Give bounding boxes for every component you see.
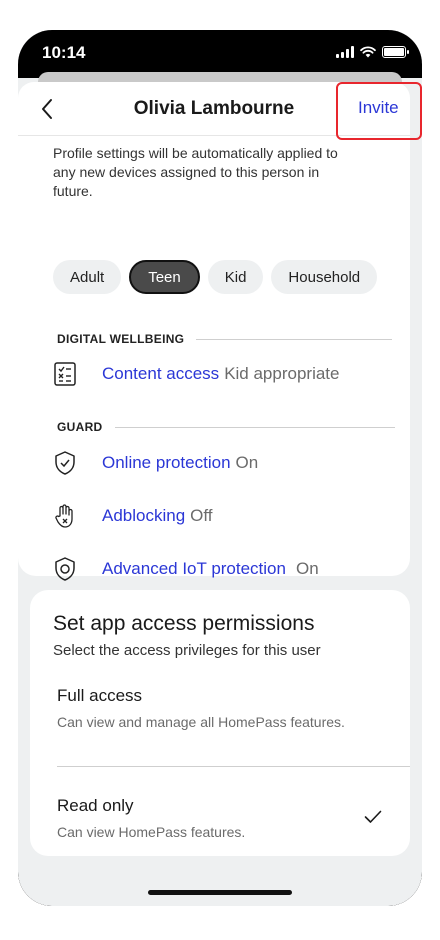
iot-shield-icon — [55, 557, 75, 581]
section-digital-wellbeing: DIGITAL WELLBEING — [57, 332, 393, 346]
section-guard: GUARD — [57, 420, 395, 434]
adblocking-row[interactable]: Adblocking Off — [52, 503, 213, 529]
section-divider — [196, 338, 393, 340]
permissions-title: Set app access permissions — [53, 612, 315, 635]
navigation-bar: Olivia Lambourne Invite — [18, 82, 422, 140]
invite-button[interactable]: Invite — [358, 98, 399, 118]
option-name: Full access — [57, 686, 143, 705]
advanced-iot-protection-value: On — [295, 559, 319, 578]
hand-block-icon — [55, 504, 73, 528]
option-read-only[interactable]: Read only Can view HomePass features. — [57, 796, 387, 842]
adblocking-value: Off — [190, 506, 213, 525]
home-indicator[interactable] — [148, 890, 292, 895]
profile-type-selector: Adult Teen Kid Household — [53, 260, 378, 294]
content-access-value: Kid appropriate — [224, 364, 340, 383]
advanced-iot-protection-label[interactable]: Advanced IoT protection — [102, 559, 286, 579]
section-divider — [114, 426, 395, 428]
shield-check-icon — [55, 451, 75, 475]
battery-icon — [382, 46, 409, 58]
content-access-row[interactable]: Content access Kid appropriate — [52, 361, 340, 387]
checkmark-icon — [364, 810, 382, 823]
permissions-subtitle: Select the access privileges for this us… — [53, 642, 321, 659]
section-heading: DIGITAL WELLBEING — [57, 332, 185, 346]
online-protection-label[interactable]: Online protection — [102, 453, 231, 473]
options-divider — [57, 766, 410, 767]
checklist-icon — [54, 362, 76, 386]
chip-adult[interactable]: Adult — [53, 260, 122, 294]
chip-kid[interactable]: Kid — [207, 260, 264, 294]
option-description: Can view HomePass features. — [57, 824, 246, 840]
advanced-iot-protection-row[interactable]: Advanced IoT protection On — [52, 556, 319, 582]
option-name: Read only — [57, 796, 134, 815]
profile-description: Profile settings will be automatically a… — [53, 145, 338, 199]
option-description: Can view and manage all HomePass feature… — [57, 714, 345, 730]
phone-frame: 10:14 Olivia Lambourne Invite Profile se… — [18, 30, 422, 906]
section-heading: GUARD — [57, 420, 103, 434]
option-full-access[interactable]: Full access Can view and manage all Home… — [57, 686, 387, 732]
chip-household[interactable]: Household — [271, 260, 378, 294]
app-access-permissions-card: Set app access permissions Select the ac… — [30, 590, 410, 856]
cellular-signal-icon — [336, 46, 354, 58]
adblocking-label[interactable]: Adblocking — [102, 506, 185, 526]
online-protection-value: On — [235, 453, 259, 472]
wifi-icon — [360, 46, 376, 58]
status-time: 10:14 — [42, 43, 86, 62]
profile-settings-card: Olivia Lambourne Invite Profile settings… — [18, 82, 422, 581]
status-bar: 10:14 — [18, 30, 422, 78]
content-access-label[interactable]: Content access — [102, 364, 219, 384]
chip-teen[interactable]: Teen — [129, 260, 200, 294]
status-icons — [336, 46, 409, 58]
online-protection-row[interactable]: Online protection On — [52, 450, 258, 476]
screen: 10:14 Olivia Lambourne Invite Profile se… — [18, 30, 422, 906]
